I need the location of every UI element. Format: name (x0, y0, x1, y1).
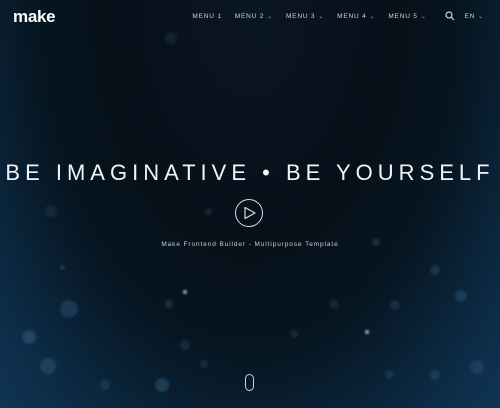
nav-menu-3-label: MENU 3 (285, 12, 316, 20)
nav-menu-4-label: MENU 4 (337, 12, 367, 20)
chevron-down-icon: ⌄ (267, 13, 273, 20)
chevron-down-icon: ⌄ (420, 13, 427, 20)
nav-menu-5[interactable]: MENU 5 ⌄ (388, 13, 426, 20)
chevron-down-icon: ⌄ (318, 13, 325, 20)
chevron-down-icon: ⌄ (478, 13, 484, 20)
language-label: EN (464, 12, 476, 20)
nav-menu-2-label: MENU 2 (234, 12, 265, 20)
scroll-mouse-icon[interactable] (245, 374, 254, 391)
nav-menu-3[interactable]: MENU 3 ⌄ (286, 13, 324, 20)
chevron-down-icon: ⌄ (369, 13, 376, 20)
hero-title: BE IMAGINATIVE • BE YOURSELF (5, 159, 495, 185)
hero-subtitle: Make Frontend Builder - Multipurpose Tem… (161, 241, 339, 248)
play-video-button[interactable] (235, 199, 263, 227)
nav-menu-1[interactable]: MENU 1 ⌄ (192, 13, 221, 20)
nav-menu-1-label: MENU 1 (192, 12, 222, 20)
main-nav: MENU 1 ⌄ MENU 2 ⌄ MENU 3 ⌄ MENU 4 ⌄ MENU… (192, 11, 484, 21)
logo[interactable]: make (13, 7, 56, 27)
play-icon (244, 207, 256, 219)
nav-menu-2[interactable]: MENU 2 ⌄ (235, 13, 273, 20)
nav-menu-5-label: MENU 5 (388, 12, 418, 20)
search-icon[interactable] (444, 11, 455, 21)
nav-menu-4[interactable]: MENU 4 ⌄ (337, 13, 375, 20)
language-selector[interactable]: EN ⌄ (465, 13, 484, 20)
top-navbar: make MENU 1 ⌄ MENU 2 ⌄ MENU 3 ⌄ MENU 4 ⌄… (0, 0, 500, 34)
